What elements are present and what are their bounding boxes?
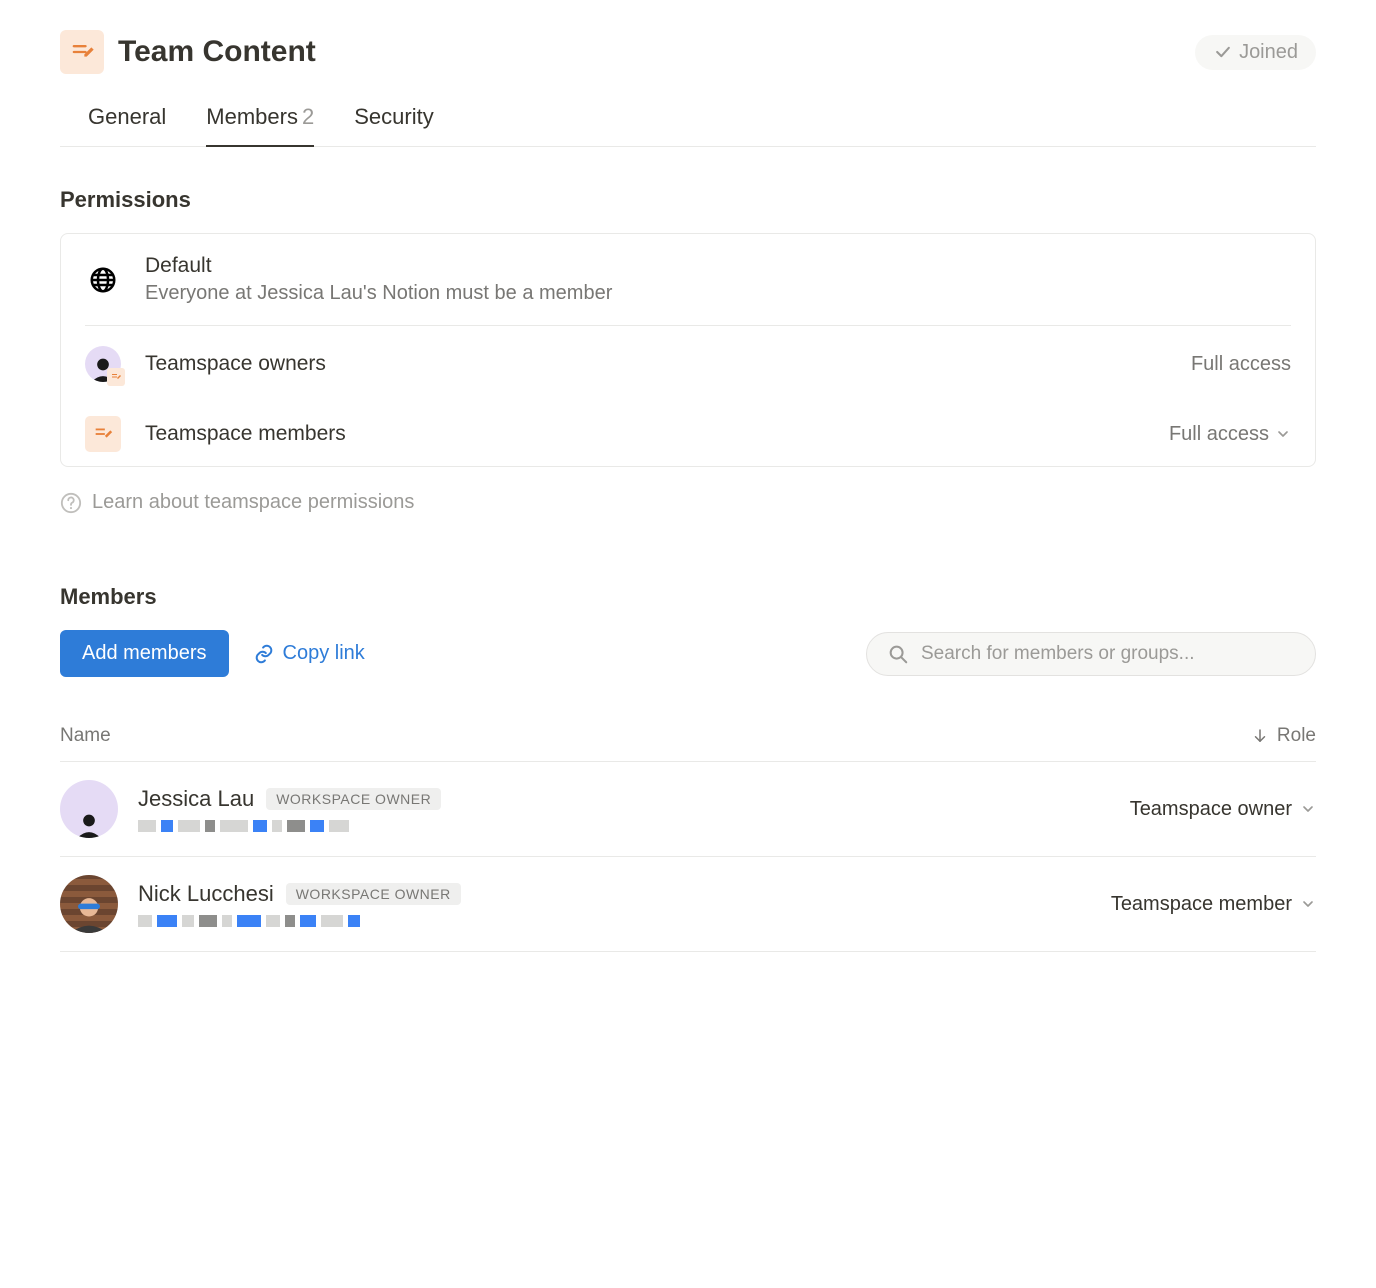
owners-avatar-icon xyxy=(85,346,121,382)
member-name: Jessica Lau xyxy=(138,786,254,812)
permission-default-desc: Everyone at Jessica Lau's Notion must be… xyxy=(145,282,1291,305)
add-members-button[interactable]: Add members xyxy=(60,630,229,677)
link-icon xyxy=(253,643,275,665)
tab-general[interactable]: General xyxy=(88,94,166,146)
col-name[interactable]: Name xyxy=(60,725,111,747)
permission-owners-row[interactable]: Teamspace owners Full access xyxy=(61,326,1315,402)
member-row[interactable]: Nick Lucchesi WORKSPACE OWNER Teamspace … xyxy=(60,857,1316,952)
tab-members-count: 2 xyxy=(302,104,314,129)
members-actions: Add members Copy link xyxy=(60,630,1316,677)
tab-members[interactable]: Members2 xyxy=(206,94,314,146)
member-name: Nick Lucchesi xyxy=(138,881,274,907)
teamspace-icon xyxy=(60,30,104,74)
joined-button[interactable]: Joined xyxy=(1195,35,1316,70)
learn-permissions-label: Learn about teamspace permissions xyxy=(92,491,414,514)
copy-link-label: Copy link xyxy=(283,642,365,665)
joined-label: Joined xyxy=(1239,41,1298,64)
permissions-box: Default Everyone at Jessica Lau's Notion… xyxy=(60,233,1316,467)
tab-security[interactable]: Security xyxy=(354,94,433,146)
permission-owners-label: Teamspace owners xyxy=(145,352,1167,376)
members-heading: Members xyxy=(60,584,1316,610)
search-box[interactable] xyxy=(866,632,1316,676)
col-role[interactable]: Role xyxy=(1251,725,1316,747)
avatar xyxy=(60,875,118,933)
permission-default-row[interactable]: Default Everyone at Jessica Lau's Notion… xyxy=(61,234,1315,325)
member-role-dropdown[interactable]: Teamspace member xyxy=(1111,893,1316,916)
members-icon xyxy=(85,416,121,452)
tabs: General Members2 Security xyxy=(60,94,1316,147)
header-left: Team Content xyxy=(60,30,316,74)
page-title: Team Content xyxy=(118,35,316,69)
permissions-heading: Permissions xyxy=(60,187,1316,213)
header: Team Content Joined xyxy=(60,30,1316,74)
permission-members-access-dropdown[interactable]: Full access xyxy=(1169,423,1291,446)
avatar xyxy=(60,780,118,838)
copy-link-button[interactable]: Copy link xyxy=(253,642,365,665)
permission-default-title: Default xyxy=(145,254,1291,278)
arrow-down-icon xyxy=(1251,727,1269,745)
chevron-down-icon xyxy=(1275,426,1291,442)
workspace-owner-badge: WORKSPACE OWNER xyxy=(266,788,441,810)
search-icon xyxy=(887,643,909,665)
member-email-redacted xyxy=(138,915,418,927)
chevron-down-icon xyxy=(1300,896,1316,912)
permission-owners-access: Full access xyxy=(1191,353,1291,376)
learn-permissions-link[interactable]: Learn about teamspace permissions xyxy=(60,491,1316,514)
permission-members-row[interactable]: Teamspace members Full access xyxy=(61,402,1315,466)
check-icon xyxy=(1213,42,1233,62)
permission-members-label: Teamspace members xyxy=(145,422,1145,446)
search-input[interactable] xyxy=(921,643,1295,665)
globe-icon xyxy=(85,262,121,298)
member-row[interactable]: Jessica Lau WORKSPACE OWNER Teamspace ow… xyxy=(60,762,1316,857)
workspace-owner-badge: WORKSPACE OWNER xyxy=(286,883,461,905)
member-role-dropdown[interactable]: Teamspace owner xyxy=(1130,798,1316,821)
help-icon xyxy=(60,492,82,514)
tab-members-label: Members xyxy=(206,104,298,129)
table-header: Name Role xyxy=(60,707,1316,762)
chevron-down-icon xyxy=(1300,801,1316,817)
member-email-redacted xyxy=(138,820,418,832)
